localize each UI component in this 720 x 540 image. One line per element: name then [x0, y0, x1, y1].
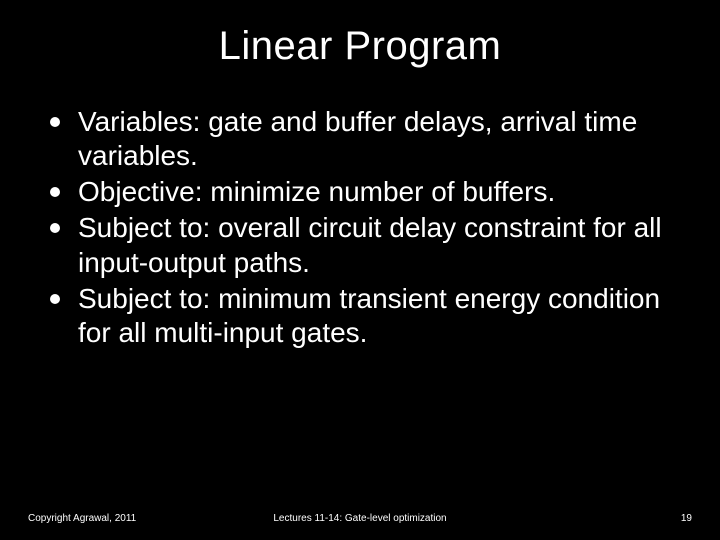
- list-item: Objective: minimize number of buffers.: [48, 175, 680, 209]
- bullet-text: Variables: gate and buffer delays, arriv…: [78, 106, 637, 171]
- slide-title: Linear Program: [40, 24, 680, 69]
- footer-page-number: 19: [681, 513, 692, 524]
- bullet-icon: [50, 223, 60, 233]
- bullet-icon: [50, 187, 60, 197]
- list-item: Subject to: minimum transient energy con…: [48, 282, 680, 350]
- footer-lecture: Lectures 11-14: Gate-level optimization: [0, 513, 720, 524]
- bullet-text: Subject to: overall circuit delay constr…: [78, 212, 662, 277]
- bullet-icon: [50, 117, 60, 127]
- list-item: Variables: gate and buffer delays, arriv…: [48, 105, 680, 173]
- bullet-text: Objective: minimize number of buffers.: [78, 176, 555, 207]
- bullet-icon: [50, 294, 60, 304]
- bullet-list: Variables: gate and buffer delays, arriv…: [40, 105, 680, 350]
- slide: Linear Program Variables: gate and buffe…: [0, 0, 720, 540]
- bullet-text: Subject to: minimum transient energy con…: [78, 283, 660, 348]
- list-item: Subject to: overall circuit delay constr…: [48, 211, 680, 279]
